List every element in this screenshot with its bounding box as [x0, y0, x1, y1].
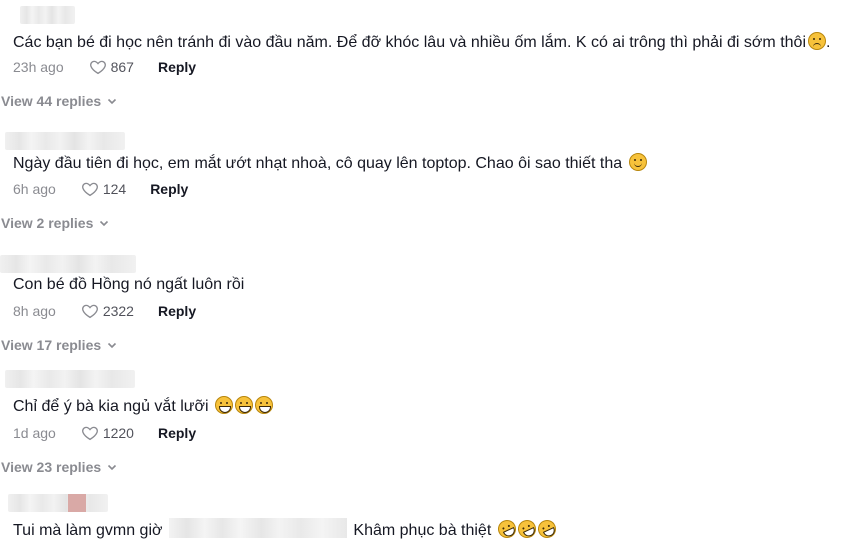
comment-text-tail: Khâm phục bà thiệt: [353, 522, 492, 539]
username-blurred[interactable]: [0, 255, 136, 273]
comment-timestamp: 6h ago: [13, 181, 56, 197]
rolling-laughing-emoji-icon: [494, 517, 519, 541]
comment-meta: 1d ago 1220 Reply: [13, 423, 196, 443]
rolling-laughing-emoji-icon: [534, 517, 559, 541]
comment-timestamp: 8h ago: [13, 303, 56, 319]
comment-text: Chỉ để ý bà kia ngủ vắt lưỡi: [13, 396, 273, 417]
view-replies-button[interactable]: View 44 replies: [1, 93, 118, 109]
comment-text: Các bạn bé đi học nên tránh đi vào đầu n…: [13, 32, 830, 53]
comment-text-tail: .: [826, 34, 831, 51]
comment-text-content: Chỉ để ý bà kia ngủ vắt lưỡi: [13, 398, 209, 415]
tears-of-joy-emoji-icon: [254, 396, 273, 414]
heart-outline-icon: [89, 60, 106, 75]
like-button[interactable]: 124: [81, 180, 150, 198]
comment-text: Con bé đồ Hồng nó ngất luôn rồi: [13, 275, 244, 295]
chevron-down-icon: [108, 342, 117, 349]
chevron-down-icon: [108, 98, 117, 105]
view-replies-button[interactable]: View 23 replies: [1, 459, 118, 475]
comment-timestamp: 1d ago: [13, 425, 56, 441]
view-replies-button[interactable]: View 2 replies: [1, 215, 110, 231]
comment-text-content: Ngày đầu tiên đi học, em mắt ướt nhạt nh…: [13, 155, 623, 172]
reply-button[interactable]: Reply: [158, 425, 196, 441]
comment-text-content: Các bạn bé đi học nên tránh đi vào đầu n…: [13, 34, 806, 51]
username-blurred[interactable]: [8, 494, 108, 512]
like-count: 867: [110, 59, 134, 75]
rolling-laughing-emoji-icon: [514, 517, 539, 541]
like-count: 2322: [102, 303, 134, 319]
username-blurred[interactable]: [20, 6, 75, 24]
tears-of-joy-emoji-icon: [214, 396, 233, 414]
like-button[interactable]: 867: [89, 58, 158, 76]
tears-of-joy-emoji-icon: [234, 396, 253, 414]
smiling-face-emoji-icon: [628, 153, 647, 171]
comment-timestamp: 23h ago: [13, 59, 64, 75]
comment-text: Tui mà làm gvmn giờ Khâm phục bà thiệt: [13, 517, 559, 541]
username-blur-tint: [68, 494, 86, 512]
view-replies-button[interactable]: View 17 replies: [1, 337, 118, 353]
view-replies-label: View 2 replies: [1, 215, 94, 231]
comment-meta: 6h ago 124 Reply: [13, 179, 188, 199]
view-replies-label: View 44 replies: [1, 93, 102, 109]
like-count: 1220: [102, 425, 134, 441]
comment-text-content: Tui mà làm gvmn giờ: [13, 522, 163, 539]
view-replies-label: View 17 replies: [1, 337, 102, 353]
comment-meta: 23h ago 867 Reply: [13, 57, 196, 77]
comment-text: Ngày đầu tiên đi học, em mắt ướt nhạt nh…: [13, 153, 647, 174]
heart-outline-icon: [81, 426, 98, 441]
heart-outline-icon: [81, 304, 98, 319]
chevron-down-icon: [108, 464, 117, 471]
blurred-mention: [168, 518, 347, 538]
reply-button[interactable]: Reply: [150, 181, 188, 197]
reply-button[interactable]: Reply: [158, 59, 196, 75]
reply-button[interactable]: Reply: [158, 303, 196, 319]
comment-meta: 8h ago 2322 Reply: [13, 301, 196, 321]
comment-text-content: Con bé đồ Hồng nó ngất luôn rồi: [13, 276, 245, 293]
username-blurred[interactable]: [5, 132, 125, 150]
like-count: 124: [102, 181, 127, 197]
like-button[interactable]: 2322: [81, 302, 158, 320]
sad-face-emoji-icon: [808, 32, 826, 50]
username-blurred[interactable]: [5, 370, 135, 388]
like-button[interactable]: 1220: [81, 424, 158, 442]
heart-outline-icon: [81, 182, 98, 197]
comment-list: Các bạn bé đi học nên tránh đi vào đầu n…: [0, 0, 853, 543]
view-replies-label: View 23 replies: [1, 459, 102, 475]
chevron-down-icon: [100, 220, 109, 227]
